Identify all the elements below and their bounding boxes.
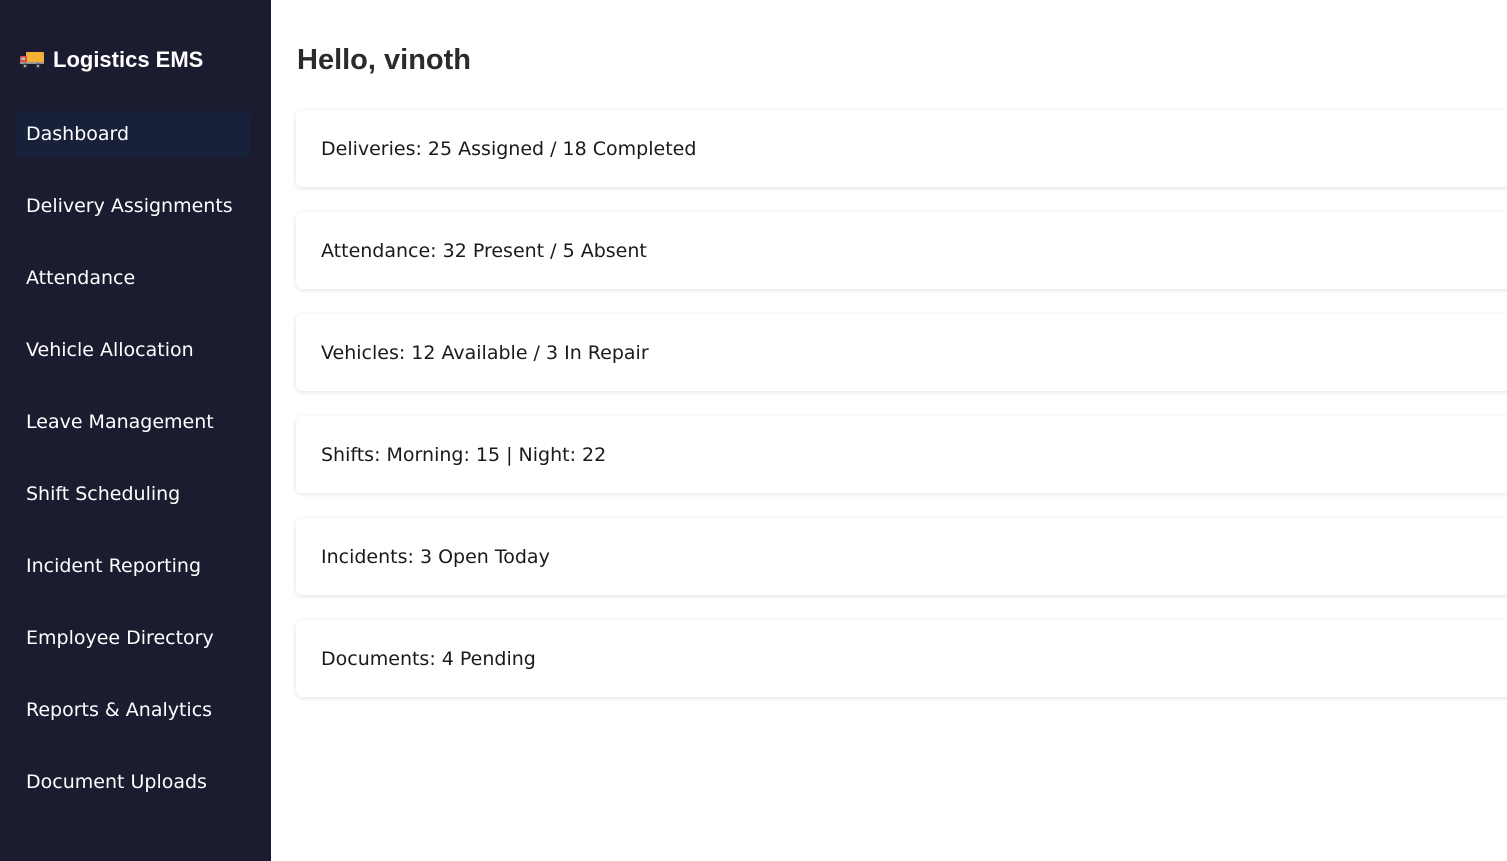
delivery-truck-icon [19,50,45,70]
sidebar-item-delivery-assignments[interactable]: Delivery Assignments [16,183,250,229]
sidebar-item-reports-analytics[interactable]: Reports & Analytics [16,687,250,733]
shifts-summary-card: Shifts: Morning: 15 | Night: 22 [296,416,1507,493]
sidebar-nav: Dashboard Delivery Assignments Attendanc… [16,111,250,831]
sidebar-item-leave-management[interactable]: Leave Management [16,399,250,445]
brand: Logistics EMS [19,44,203,76]
app-title: Logistics EMS [53,47,204,72]
sidebar-item-shift-scheduling[interactable]: Shift Scheduling [16,471,250,517]
sidebar-item-employee-directory[interactable]: Employee Directory [16,615,250,661]
page-greeting: Hello, vinoth [297,44,471,76]
main-content: Hello, vinoth Deliveries: 25 Assigned / … [271,0,1507,861]
incidents-summary-card: Incidents: 3 Open Today [296,518,1507,595]
vehicles-summary-card: Vehicles: 12 Available / 3 In Repair [296,314,1507,391]
deliveries-summary-card: Deliveries: 25 Assigned / 18 Completed [296,110,1507,187]
sidebar-item-dashboard[interactable]: Dashboard [16,111,250,157]
documents-summary-card: Documents: 4 Pending [296,620,1507,697]
attendance-summary-card: Attendance: 32 Present / 5 Absent [296,212,1507,289]
sidebar-item-document-uploads[interactable]: Document Uploads [16,759,250,805]
sidebar-item-attendance[interactable]: Attendance [16,255,250,301]
sidebar: Logistics EMS Dashboard Delivery Assignm… [0,0,271,861]
sidebar-item-incident-reporting[interactable]: Incident Reporting [16,543,250,589]
sidebar-item-vehicle-allocation[interactable]: Vehicle Allocation [16,327,250,373]
